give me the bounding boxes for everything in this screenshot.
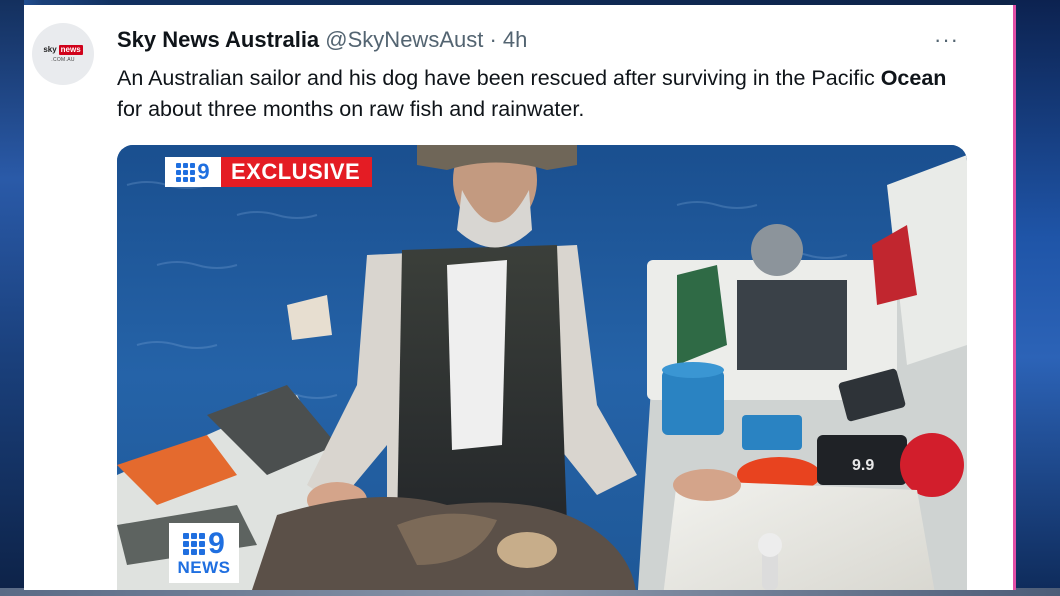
channel-nine-logo: 9 xyxy=(165,157,221,187)
exclusive-label: EXCLUSIVE xyxy=(221,157,373,187)
tweet-text: An Australian sailor and his dog have be… xyxy=(117,63,977,125)
tweet-media-image[interactable]: 9.9 9 EXCLUSIVE 9 NEWS xyxy=(117,145,967,590)
author-handle[interactable]: @SkyNewsAust xyxy=(325,27,483,52)
nine-digit: 9 xyxy=(197,159,210,184)
tweet-header: Sky News Australia @SkyNewsAust · 4h xyxy=(117,27,527,53)
sky-news-logo: sky news xyxy=(43,45,83,55)
tweet-card[interactable]: sky news .COM.AU Sky News Australia @Sky… xyxy=(24,5,1016,590)
avatar[interactable]: sky news .COM.AU xyxy=(32,23,94,85)
svg-text:9.9: 9.9 xyxy=(852,457,874,474)
logo-sky-text: sky xyxy=(43,45,57,54)
logo-domain-text: .COM.AU xyxy=(51,57,75,63)
nine-news-digit: 9 xyxy=(208,527,225,560)
more-dots-icon[interactable]: ··· xyxy=(934,27,959,53)
background-edge-right xyxy=(1016,0,1060,596)
background-edge-left xyxy=(0,0,24,596)
logo-news-text: news xyxy=(58,45,83,55)
tweet-text-bold[interactable]: Ocean xyxy=(881,66,947,90)
nine-news-dots-icon xyxy=(183,533,206,555)
author-name[interactable]: Sky News Australia xyxy=(117,27,319,52)
exclusive-badge: 9 EXCLUSIVE xyxy=(165,157,373,187)
nine-news-logo: 9 NEWS xyxy=(169,523,239,583)
nine-dots-icon xyxy=(176,162,196,182)
boat-scene-illustration: 9.9 xyxy=(117,145,967,590)
tweet-text-part2: for about three months on raw fish and r… xyxy=(117,97,585,121)
tweet-time[interactable]: 4h xyxy=(503,27,527,52)
news-word: NEWS xyxy=(177,558,231,577)
tweet-text-part1: An Australian sailor and his dog have be… xyxy=(117,66,881,90)
header-separator: · xyxy=(483,27,503,52)
